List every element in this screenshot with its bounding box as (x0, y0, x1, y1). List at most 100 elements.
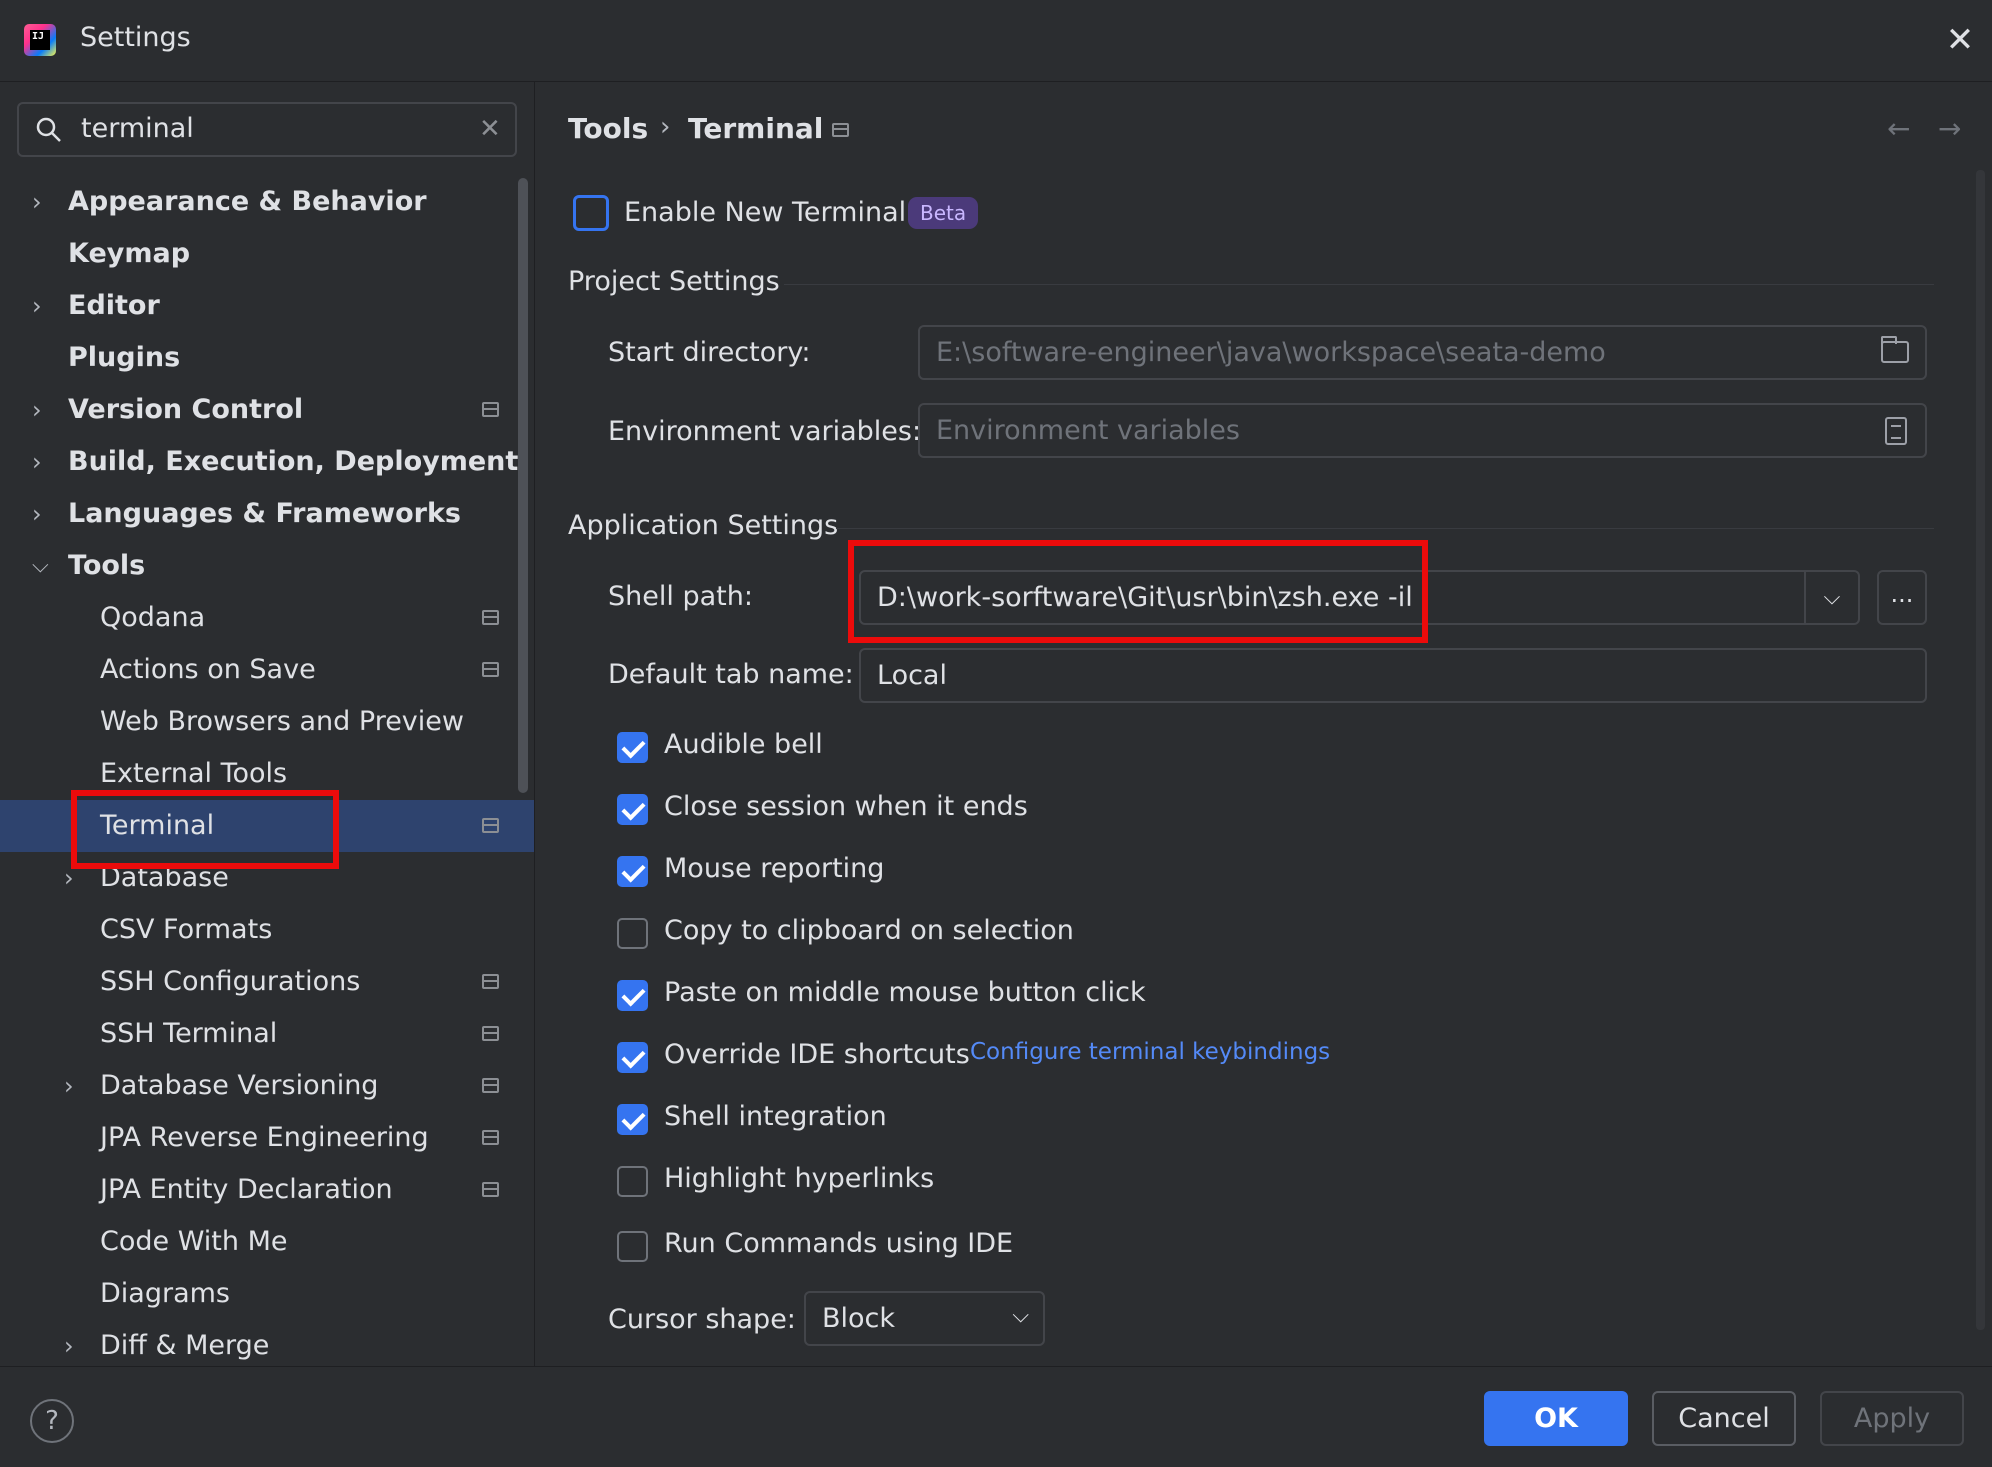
tree-item-qodana[interactable]: Qodana (0, 592, 534, 644)
tree-item-database-versioning[interactable]: › Database Versioning (0, 1060, 534, 1112)
tree-item-keymap[interactable]: Keymap (0, 228, 534, 280)
tree-item-version-control[interactable]: › Version Control (0, 384, 534, 436)
audible-bell-checkbox[interactable] (617, 732, 648, 763)
default-tab-name-value[interactable]: Local (877, 660, 947, 691)
tree-item-languages-frameworks[interactable]: › Languages & Frameworks (0, 488, 534, 540)
terminal-item-highlight-box (71, 790, 339, 869)
highlight-hyperlinks-label[interactable]: Highlight hyperlinks (664, 1163, 934, 1194)
edit-variables-icon[interactable] (1885, 417, 1907, 445)
default-tab-name-field[interactable]: Local (859, 648, 1927, 703)
tree-item-web-browsers-and-preview[interactable]: Web Browsers and Preview (0, 696, 534, 748)
tree-item-diff-merge[interactable]: › Diff & Merge (0, 1320, 534, 1372)
paste-on-middle-mouse-button-click-label[interactable]: Paste on middle mouse button click (664, 977, 1146, 1008)
enable-new-terminal-label[interactable]: Enable New Terminal (624, 197, 906, 228)
tree-scrollbar[interactable] (518, 178, 528, 793)
highlight-hyperlinks-checkbox[interactable] (617, 1166, 648, 1197)
content-scrollbar[interactable] (1976, 170, 1985, 1330)
settings-search-field[interactable]: terminal ✕ (17, 102, 517, 157)
apply-button[interactable]: Apply (1820, 1391, 1964, 1446)
chevron-right-icon[interactable]: › (32, 176, 42, 228)
browse-shell-button[interactable]: ... (1877, 570, 1927, 625)
environment-variables-field[interactable]: Environment variables (918, 403, 1927, 458)
ok-button[interactable]: OK (1484, 1391, 1628, 1446)
section-separator (784, 284, 1934, 285)
tree-item-tools[interactable]: ⌵ Tools (0, 540, 534, 592)
paste-on-middle-mouse-button-click-checkbox[interactable] (617, 980, 648, 1011)
chevron-right-icon[interactable]: › (64, 1320, 74, 1372)
cancel-button[interactable]: Cancel (1652, 1391, 1796, 1446)
run-commands-using-ide-checkbox[interactable] (617, 1231, 648, 1262)
close-session-when-it-ends-label[interactable]: Close session when it ends (664, 791, 1028, 822)
title-bar: IJ Settings ✕ (0, 0, 1992, 82)
configure-keybindings-link[interactable]: Configure terminal keybindings (970, 1039, 1330, 1065)
close-session-when-it-ends-checkbox[interactable] (617, 794, 648, 825)
enable-new-terminal-checkbox[interactable] (573, 195, 609, 231)
tree-item-label: Web Browsers and Preview (100, 706, 464, 737)
tree-item-build-execution-deployment[interactable]: › Build, Execution, Deployment (0, 436, 534, 488)
copy-to-clipboard-on-selection-label[interactable]: Copy to clipboard on selection (664, 915, 1074, 946)
tree-item-label: Tools (68, 550, 146, 581)
project-level-icon (832, 123, 849, 137)
project-level-icon (482, 1078, 499, 1093)
tree-item-label: JPA Entity Declaration (100, 1174, 393, 1205)
folder-icon[interactable] (1881, 336, 1909, 363)
mouse-reporting-checkbox[interactable] (617, 856, 648, 887)
chevron-right-icon[interactable]: › (32, 488, 42, 540)
override-ide-shortcuts-label[interactable]: Override IDE shortcuts (664, 1039, 970, 1070)
tree-item-csv-formats[interactable]: CSV Formats (0, 904, 534, 956)
start-directory-value[interactable]: E:\software-engineer\java\workspace\seat… (936, 337, 1606, 368)
tree-item-appearance-behavior[interactable]: › Appearance & Behavior (0, 176, 534, 228)
cursor-shape-label: Cursor shape: (608, 1304, 796, 1335)
cursor-shape-select[interactable]: Block ⌵ (804, 1291, 1045, 1346)
shell-path-highlight-box (848, 540, 1428, 643)
chevron-right-icon[interactable]: › (32, 436, 42, 488)
chevron-down-icon[interactable]: ⌵ (1804, 572, 1858, 623)
chevron-right-icon[interactable]: › (32, 384, 42, 436)
run-commands-using-ide-label[interactable]: Run Commands using IDE (664, 1228, 1013, 1259)
section-separator (836, 528, 1934, 529)
tree-item-jpa-entity-declaration[interactable]: JPA Entity Declaration (0, 1164, 534, 1216)
tree-item-editor[interactable]: › Editor (0, 280, 534, 332)
tree-item-actions-on-save[interactable]: Actions on Save (0, 644, 534, 696)
tree-item-label: Actions on Save (100, 654, 316, 685)
tree-item-label: Diff & Merge (100, 1330, 270, 1361)
tree-item-label: Qodana (100, 602, 206, 633)
breadcrumb-parent[interactable]: Tools (568, 112, 648, 145)
beta-badge: Beta (908, 197, 979, 229)
start-directory-field[interactable]: E:\software-engineer\java\workspace\seat… (918, 325, 1927, 380)
shell-integration-label[interactable]: Shell integration (664, 1101, 887, 1132)
mouse-reporting-label[interactable]: Mouse reporting (664, 853, 884, 884)
chevron-down-icon[interactable]: ⌵ (32, 540, 49, 592)
window-title: Settings (80, 22, 191, 53)
audible-bell-label[interactable]: Audible bell (664, 729, 823, 760)
cursor-shape-value[interactable]: Block (822, 1303, 895, 1334)
chevron-down-icon[interactable]: ⌵ (1012, 1303, 1029, 1328)
tree-item-jpa-reverse-engineering[interactable]: JPA Reverse Engineering (0, 1112, 534, 1164)
chevron-right-icon[interactable]: › (64, 1060, 74, 1112)
tree-item-label: Version Control (68, 394, 304, 425)
project-level-icon (482, 610, 499, 625)
tree-item-plugins[interactable]: Plugins (0, 332, 534, 384)
start-directory-label: Start directory: (608, 337, 811, 368)
copy-to-clipboard-on-selection-checkbox[interactable] (617, 918, 648, 949)
forward-arrow-icon[interactable]: → (1938, 112, 1961, 145)
chevron-right-icon[interactable]: › (32, 280, 42, 332)
tree-item-ssh-terminal[interactable]: SSH Terminal (0, 1008, 534, 1060)
tree-item-ssh-configurations[interactable]: SSH Configurations (0, 956, 534, 1008)
help-button[interactable]: ? (30, 1399, 74, 1443)
search-input[interactable]: terminal (81, 113, 194, 144)
environment-variables-placeholder[interactable]: Environment variables (936, 415, 1240, 446)
shell-integration-checkbox[interactable] (617, 1104, 648, 1135)
clear-search-icon[interactable]: ✕ (479, 114, 501, 144)
default-tab-name-label: Default tab name: (608, 659, 854, 690)
tree-item-label: Editor (68, 290, 160, 321)
close-window-button[interactable]: ✕ (1942, 22, 1978, 58)
tree-item-code-with-me[interactable]: Code With Me (0, 1216, 534, 1268)
project-level-icon (482, 1130, 499, 1145)
back-arrow-icon[interactable]: ← (1887, 112, 1910, 145)
breadcrumb-separator: › (660, 112, 671, 142)
tree-item-label: SSH Configurations (100, 966, 361, 997)
tree-item-diagrams[interactable]: Diagrams (0, 1268, 534, 1320)
panel-divider[interactable] (534, 82, 535, 1366)
override-ide-shortcuts-checkbox[interactable] (617, 1042, 648, 1073)
